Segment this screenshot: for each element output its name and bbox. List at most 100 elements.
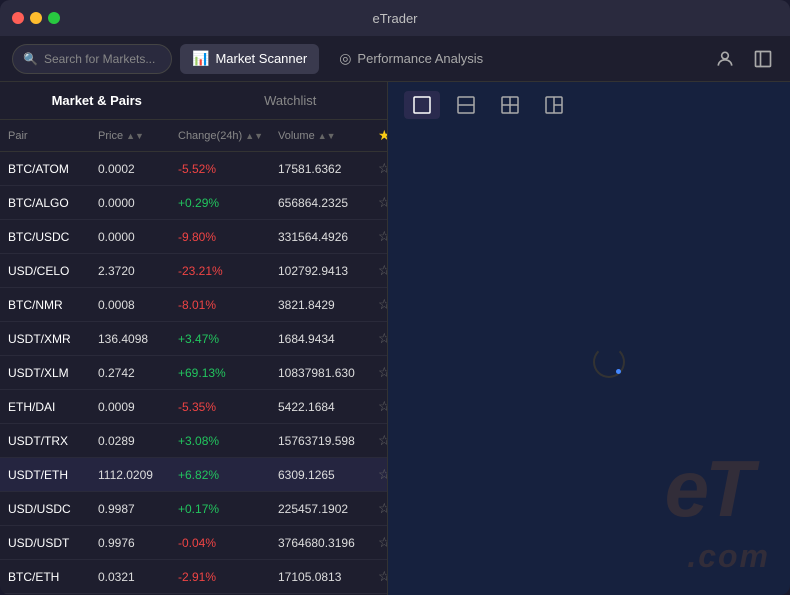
table-row[interactable]: USDT/ETH 1112.0209 +6.82% 6309.1265 ☆	[0, 458, 387, 492]
cell-pair: BTC/ETH	[8, 570, 98, 584]
star-icon[interactable]: ☆	[378, 398, 387, 415]
layout-split-h-button[interactable]	[448, 91, 484, 119]
cell-pair: USDT/XLM	[8, 366, 98, 380]
cell-volume: 15763719.598	[278, 434, 378, 448]
cell-price: 2.3720	[98, 264, 178, 278]
cell-pair: BTC/USDC	[8, 230, 98, 244]
star-icon[interactable]: ☆	[378, 466, 387, 483]
tab-performance-analysis[interactable]: ◎ Performance Analysis	[327, 44, 495, 74]
nav-bar: 🔍 Search for Markets... 📊 Market Scanner…	[0, 36, 790, 82]
cell-price: 0.9987	[98, 502, 178, 516]
app-window: eTrader 🔍 Search for Markets... 📊 Market…	[0, 0, 790, 595]
layout-icon-button[interactable]	[748, 44, 778, 74]
table-row[interactable]: USDT/XLM 0.2742 +69.13% 10837981.630 ☆	[0, 356, 387, 390]
star-icon[interactable]: ☆	[378, 160, 387, 177]
star-icon[interactable]: ☆	[378, 432, 387, 449]
star-icon[interactable]: ☆	[378, 228, 387, 245]
performance-analysis-icon: ◎	[339, 50, 351, 67]
spinner-dot	[616, 369, 621, 374]
cell-volume: 6309.1265	[278, 468, 378, 482]
cell-volume: 17581.6362	[278, 162, 378, 176]
cell-price: 1112.0209	[98, 468, 178, 482]
star-icon[interactable]: ☆	[378, 534, 387, 551]
star-icon[interactable]: ☆	[378, 330, 387, 347]
table-row[interactable]: USD/USDC 0.9987 +0.17% 225457.1902 ☆	[0, 492, 387, 526]
cell-price: 0.0009	[98, 400, 178, 414]
close-button[interactable]	[12, 12, 24, 24]
cell-volume: 1684.9434	[278, 332, 378, 346]
col-pair: Pair	[8, 130, 98, 142]
window-title: eTrader	[372, 11, 417, 26]
main-content: Market & Pairs Watchlist Pair Price ▲▼	[0, 82, 790, 595]
loading-spinner	[593, 346, 625, 378]
table-row[interactable]: ETH/DAI 0.0009 -5.35% 5422.1684 ☆	[0, 390, 387, 424]
star-icon[interactable]: ☆	[378, 568, 387, 585]
col-fav: ★	[378, 127, 387, 144]
cell-pair: USD/CELO	[8, 264, 98, 278]
col-volume[interactable]: Volume ▲▼	[278, 130, 378, 142]
star-icon[interactable]: ☆	[378, 296, 387, 313]
table-row[interactable]: BTC/ALGO 0.0000 +0.29% 656864.2325 ☆	[0, 186, 387, 220]
chart-toolbar	[388, 82, 790, 128]
table-row[interactable]: BTC/USDC 0.0000 -9.80% 331564.4926 ☆	[0, 220, 387, 254]
tab-market-pairs[interactable]: Market & Pairs	[0, 82, 194, 119]
cell-change: -5.52%	[178, 162, 278, 176]
table-row[interactable]: BTC/NMR 0.0008 -8.01% 3821.8429 ☆	[0, 288, 387, 322]
table-row[interactable]: BTC/ETH 0.0321 -2.91% 17105.0813 ☆	[0, 560, 387, 594]
cell-price: 0.0289	[98, 434, 178, 448]
cell-volume: 3821.8429	[278, 298, 378, 312]
table-row[interactable]: USDT/XMR 136.4098 +3.47% 1684.9434 ☆	[0, 322, 387, 356]
traffic-lights	[12, 12, 60, 24]
star-icon[interactable]: ☆	[378, 364, 387, 381]
performance-analysis-label: Performance Analysis	[357, 51, 483, 66]
cell-volume: 656864.2325	[278, 196, 378, 210]
cell-pair: ETH/DAI	[8, 400, 98, 414]
star-icon[interactable]: ☆	[378, 500, 387, 517]
col-change[interactable]: Change(24h) ▲▼	[178, 130, 278, 142]
table-header: Pair Price ▲▼ Change(24h) ▲▼ Volume ▲▼	[0, 120, 387, 152]
table-body: BTC/ATOM 0.0002 -5.52% 17581.6362 ☆ BTC/…	[0, 152, 387, 595]
volume-sort-icon: ▲▼	[318, 131, 336, 141]
table-row[interactable]: BTC/ATOM 0.0002 -5.52% 17581.6362 ☆	[0, 152, 387, 186]
search-icon: 🔍	[23, 52, 38, 66]
cell-pair: BTC/ALGO	[8, 196, 98, 210]
table-row[interactable]: USDT/TRX 0.0289 +3.08% 15763719.598 ☆	[0, 424, 387, 458]
cell-pair: USDT/ETH	[8, 468, 98, 482]
panel-tabs: Market & Pairs Watchlist	[0, 82, 387, 120]
table-row[interactable]: USD/CELO 2.3720 -23.21% 102792.9413 ☆	[0, 254, 387, 288]
left-panel: Market & Pairs Watchlist Pair Price ▲▼	[0, 82, 388, 595]
cell-volume: 102792.9413	[278, 264, 378, 278]
cell-change: -8.01%	[178, 298, 278, 312]
maximize-button[interactable]	[48, 12, 60, 24]
tab-market-scanner[interactable]: 📊 Market Scanner	[180, 44, 319, 74]
cell-pair: USD/USDC	[8, 502, 98, 516]
cell-pair: USD/USDT	[8, 536, 98, 550]
cell-change: -5.35%	[178, 400, 278, 414]
star-icon[interactable]: ☆	[378, 262, 387, 279]
cell-price: 0.0000	[98, 196, 178, 210]
cell-pair: BTC/NMR	[8, 298, 98, 312]
cell-volume: 3764680.3196	[278, 536, 378, 550]
cell-change: +3.08%	[178, 434, 278, 448]
layout-quad-button[interactable]	[492, 91, 528, 119]
search-box[interactable]: 🔍 Search for Markets...	[12, 44, 172, 74]
cell-change: +0.29%	[178, 196, 278, 210]
col-price[interactable]: Price ▲▼	[98, 130, 178, 142]
table-row[interactable]: USD/USDT 0.9976 -0.04% 3764680.3196 ☆	[0, 526, 387, 560]
user-icon-button[interactable]	[710, 44, 740, 74]
minimize-button[interactable]	[30, 12, 42, 24]
layout-tri-button[interactable]	[536, 91, 572, 119]
cell-price: 0.2742	[98, 366, 178, 380]
market-scanner-label: Market Scanner	[215, 51, 307, 66]
cell-volume: 17105.0813	[278, 570, 378, 584]
price-sort-icon: ▲▼	[126, 131, 144, 141]
cell-price: 0.0002	[98, 162, 178, 176]
star-icon[interactable]: ☆	[378, 194, 387, 211]
cell-change: -2.91%	[178, 570, 278, 584]
tab-watchlist[interactable]: Watchlist	[194, 82, 388, 119]
chart-area: eT .com	[388, 128, 790, 595]
cell-price: 0.0321	[98, 570, 178, 584]
layout-single-button[interactable]	[404, 91, 440, 119]
market-table[interactable]: Pair Price ▲▼ Change(24h) ▲▼ Volume ▲▼	[0, 120, 387, 595]
right-panel: eT .com	[388, 82, 790, 595]
